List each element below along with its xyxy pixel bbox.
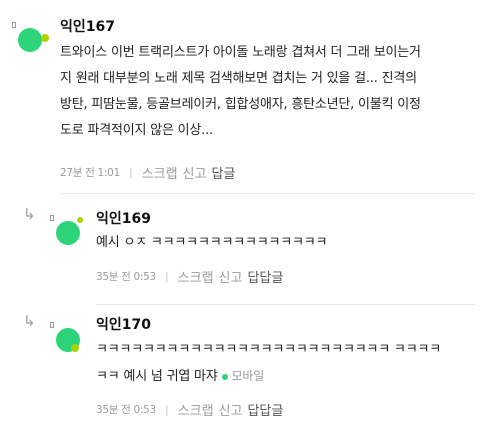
comment-text: ㅋㅋㅋㅋㅋㅋㅋㅋㅋㅋㅋㅋㅋㅋㅋㅋㅋㅋㅋㅋㅋㅋㅋㅋㅋ ㅋㅋㅋㅋ ㅋㅋ 예시 넘 귀… (96, 337, 476, 390)
reply-comment: ↳ 익인169 예시 ㅇㅈ ㅋㅋㅋㅋㅋㅋㅋㅋㅋㅋㅋㅋㅋㅋㅋ 35분 전 0:53… (0, 194, 480, 304)
comment-author[interactable]: 익인167 (60, 16, 115, 36)
reply-arrow-icon: ↳ (23, 312, 36, 330)
comment-author[interactable]: 익인169 (96, 208, 151, 228)
device-label: 모바일 (231, 369, 265, 383)
comment-author[interactable]: 익인170 (96, 314, 151, 334)
anonymous-avatar-icon (50, 215, 86, 251)
comment-time: 27분 전 1:01 (60, 167, 120, 179)
reply-button[interactable]: 답답글 (247, 400, 283, 419)
reply-button[interactable]: 답답글 (247, 267, 283, 286)
anonymous-avatar-icon (12, 22, 49, 58)
comment-text: 예시 ㅇㅈ ㅋㅋㅋㅋㅋㅋㅋㅋㅋㅋㅋㅋㅋㅋㅋ (96, 230, 476, 256)
report-button[interactable]: 신고 (219, 400, 243, 419)
report-button[interactable]: 신고 (183, 163, 207, 182)
scrap-button[interactable]: 스크랩 (178, 267, 214, 286)
meta-separator: | (164, 270, 169, 283)
meta-separator: | (128, 166, 133, 179)
comment-meta: 35분 전 0:53 | 스크랩 신고 답답글 (96, 400, 283, 419)
mobile-dot-icon (221, 373, 228, 380)
reply-comment: ↳ 익인170 ㅋㅋㅋㅋㅋㅋㅋㅋㅋㅋㅋㅋㅋㅋㅋㅋㅋㅋㅋㅋㅋㅋㅋㅋㅋ ㅋㅋㅋㅋ ㅋ… (0, 305, 480, 423)
reply-arrow-icon: ↳ (23, 205, 36, 223)
comment-time: 35분 전 0:53 (96, 404, 156, 416)
scrap-button[interactable]: 스크랩 (142, 163, 178, 182)
comment-text-line: ㅋㅋㅋㅋㅋㅋㅋㅋㅋㅋㅋㅋㅋㅋㅋㅋㅋㅋㅋㅋㅋㅋㅋㅋㅋ ㅋㅋㅋㅋ (96, 342, 441, 357)
comment-text-line: 트와이스 이번 트랙리스트가 아이돌 노래랑 겹쳐서 더 그래 보이는거 (60, 45, 421, 60)
comment-text-line: 도로 파격적이지 않은 이상... (60, 123, 213, 138)
comment-text-line: 지 원래 대부분의 노래 제목 검색해보면 겹치는 거 있을 걸... 진격의 (60, 71, 417, 86)
comment-text-line: 예시 ㅇㅈ ㅋㅋㅋㅋㅋㅋㅋㅋㅋㅋㅋㅋㅋㅋㅋ (96, 235, 328, 250)
comment-text-segment: ㅋㅋ 예시 넘 귀엽 마쟈 (96, 369, 218, 384)
comment-text: 트와이스 이번 트랙리스트가 아이돌 노래랑 겹쳐서 더 그래 보이는거 지 원… (60, 40, 478, 144)
meta-separator: | (164, 403, 169, 416)
comment-time: 35분 전 0:53 (96, 271, 156, 283)
scrap-button[interactable]: 스크랩 (178, 400, 214, 419)
comment-meta: 35분 전 0:53 | 스크랩 신고 답답글 (96, 267, 283, 286)
comment-meta: 27분 전 1:01 | 스크랩 신고 답글 (60, 163, 235, 182)
comment-text-line: ㅋㅋ 예시 넘 귀엽 마쟈 모바일 (96, 363, 476, 390)
comment: 익인167 트와이스 이번 트랙리스트가 아이돌 노래랑 겹쳐서 더 그래 보이… (0, 0, 480, 193)
anonymous-avatar-icon (50, 322, 86, 358)
report-button[interactable]: 신고 (219, 267, 243, 286)
comment-text-line: 방탄, 피땀눈물, 등골브레이커, 힙합성애자, 흥탄소년단, 이불킥 이정 (60, 97, 421, 112)
reply-button[interactable]: 답글 (211, 163, 235, 182)
